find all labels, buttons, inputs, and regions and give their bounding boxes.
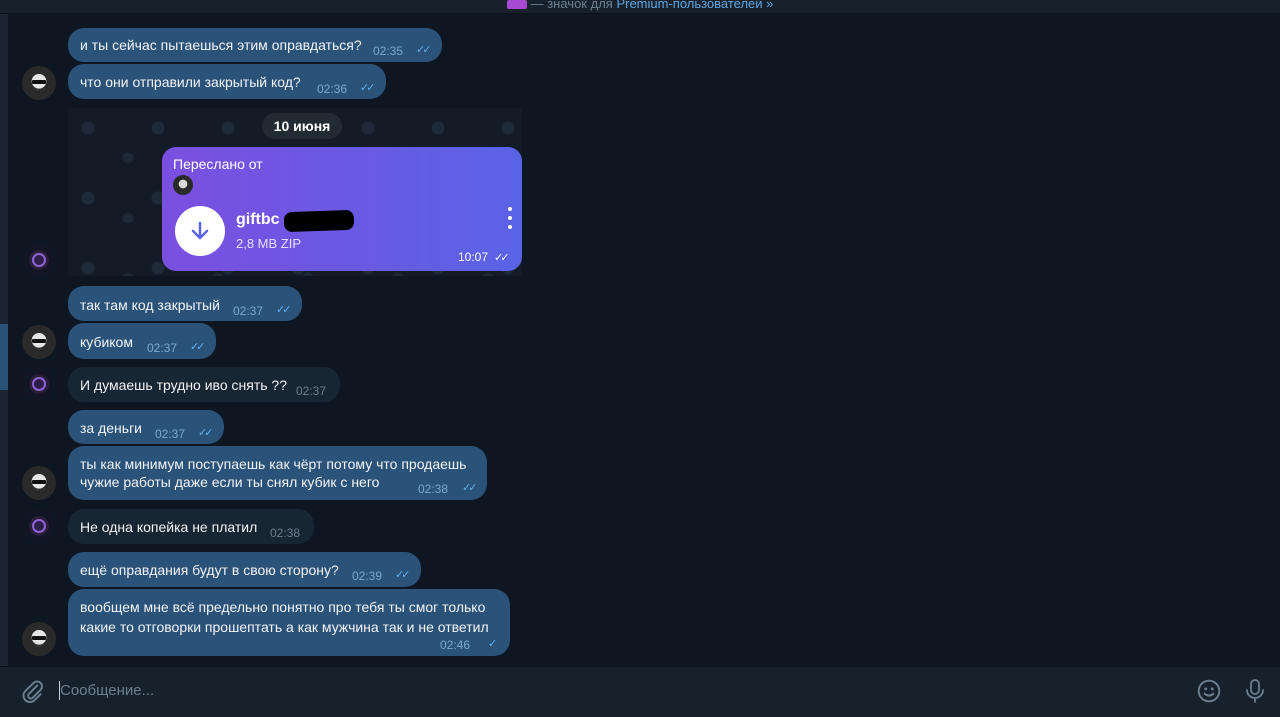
user-avatar[interactable] — [22, 622, 56, 656]
read-receipt-icon: ✓✓ — [416, 44, 432, 56]
message-text-line-1: вообщем мне всё предельно понятно про те… — [80, 599, 486, 615]
paperclip-icon[interactable] — [20, 679, 46, 705]
message-time: 02:46 — [440, 638, 471, 652]
message-bubble[interactable]: за деньги 02:37 ✓✓ — [68, 410, 224, 444]
message-input[interactable]: Сообщение... — [60, 682, 154, 699]
message-text: что они отправили закрытый код? — [80, 74, 301, 90]
read-receipt-icon: ✓✓ — [276, 304, 292, 316]
user-avatar[interactable] — [22, 325, 56, 359]
read-receipt-icon: ✓✓ — [494, 252, 510, 264]
emoji-icon[interactable] — [1196, 678, 1222, 704]
download-button[interactable] — [175, 206, 225, 256]
message-bubble[interactable]: что они отправили закрытый код? 02:36 ✓✓ — [68, 64, 386, 99]
message-text-line-1: ты как минимум поступаешь как чёрт потом… — [80, 456, 467, 472]
avatar-logo-icon — [32, 377, 46, 391]
download-icon — [191, 221, 209, 240]
forwarded-time: 10:07 — [458, 250, 489, 264]
message-time: 02:38 — [418, 482, 449, 496]
message-text: И думаешь трудно иво снять ?? — [80, 377, 287, 393]
message-time: 02:39 — [352, 569, 383, 583]
message-text-line-2: какие то отговорки прошептать а как мужч… — [80, 619, 489, 635]
read-receipt-icon: ✓✓ — [360, 82, 376, 94]
top-notice-bar: — значок для Premium-пользователей » — [0, 0, 1280, 14]
message-bubble[interactable]: ты как минимум поступаешь как чёрт потом… — [68, 446, 487, 500]
file-size: 2,8 MB ZIP — [236, 236, 302, 251]
user-avatar[interactable] — [22, 66, 56, 100]
message-time: 10:07 ✓✓ — [458, 250, 510, 264]
read-receipt-icon: ✓✓ — [198, 427, 214, 439]
message-text: и ты сейчас пытаешься этим оправдаться? — [80, 37, 362, 53]
message-text: за деньги — [80, 420, 143, 436]
premium-badge-icon — [506, 0, 527, 10]
microphone-icon[interactable] — [1243, 678, 1267, 704]
message-time: 02:35 — [373, 44, 404, 58]
message-text: так там код закрытый — [80, 297, 220, 313]
message-text: Не одна копейка не платил — [80, 519, 258, 535]
read-receipt-icon: ✓✓ — [190, 341, 206, 353]
message-composer: Сообщение... — [0, 666, 1280, 717]
premium-notice: — значок для Premium-пользователей » — [0, 0, 1280, 11]
sent-receipt-icon: ✓ — [488, 638, 498, 650]
message-bubble[interactable]: вообщем мне всё предельно понятно про те… — [68, 589, 510, 656]
premium-link[interactable]: Premium-пользователей » — [616, 0, 773, 11]
message-text: кубиком — [80, 334, 133, 350]
avatar-logo-icon — [32, 519, 46, 533]
read-receipt-icon: ✓✓ — [462, 482, 478, 494]
message-time: 02:36 — [317, 82, 348, 96]
more-vertical-icon[interactable] — [506, 207, 514, 229]
contact-avatar[interactable] — [22, 367, 56, 401]
message-text: ещё оправдания будут в свою сторону? — [80, 562, 339, 578]
message-time: 02:37 — [155, 427, 186, 441]
contact-avatar[interactable] — [22, 243, 56, 277]
redaction-mark — [283, 209, 355, 233]
message-time: 02:37 — [233, 304, 264, 318]
message-time: 02:37 — [296, 384, 327, 398]
message-bubble[interactable]: кубиком 02:37 ✓✓ — [68, 323, 216, 359]
forwarded-from-label: Переслано от — [173, 156, 263, 172]
message-bubble[interactable]: И думаешь трудно иво снять ?? 02:37 — [68, 367, 340, 402]
user-avatar[interactable] — [22, 466, 56, 500]
message-bubble[interactable]: так там код закрытый 02:37 ✓✓ — [68, 286, 302, 321]
message-bubble[interactable]: ещё оправдания будут в свою сторону? 02:… — [68, 552, 421, 587]
date-separator: 10 июня — [262, 113, 342, 139]
message-text-line-2: чужие работы даже если ты снял кубик с н… — [80, 474, 380, 490]
message-time: 02:37 — [147, 341, 178, 355]
forwarded-file-message[interactable]: Переслано от giftbc 2,8 MB ZIP 10:07 ✓✓ — [162, 147, 522, 271]
premium-notice-prefix: — значок для — [530, 0, 617, 11]
avatar-logo-icon — [32, 253, 46, 267]
message-bubble[interactable]: и ты сейчас пытаешься этим оправдаться? … — [68, 28, 442, 62]
contact-avatar[interactable] — [22, 509, 56, 543]
read-receipt-icon: ✓✓ — [395, 569, 411, 581]
forwarded-sender-avatar[interactable] — [173, 175, 193, 195]
file-name: giftbc — [236, 211, 280, 228]
active-chat-indicator — [0, 324, 8, 390]
message-bubble[interactable]: Не одна копейка не платил 02:38 — [68, 509, 314, 544]
message-time: 02:38 — [270, 526, 301, 540]
